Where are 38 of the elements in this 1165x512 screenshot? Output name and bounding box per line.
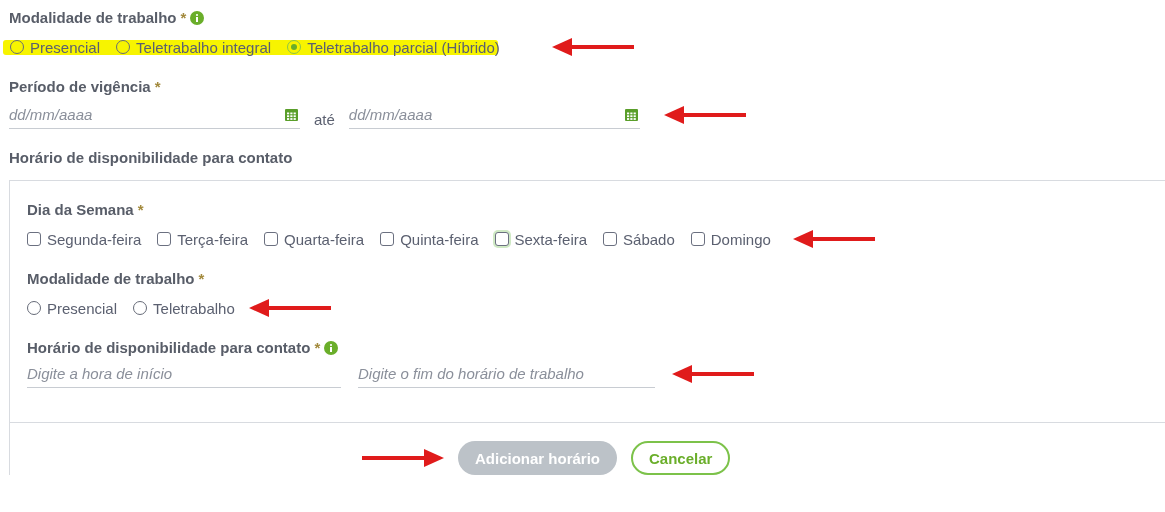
field-label: Horário de disponibilidade para contato — [27, 339, 311, 356]
required-mark: * — [154, 78, 161, 95]
range-separator: até — [314, 110, 335, 128]
info-icon[interactable] — [190, 10, 205, 25]
time-field[interactable]: Digite a hora de início — [27, 360, 341, 388]
weekday-option[interactable]: Quinta-feira — [380, 230, 479, 248]
radio-option[interactable]: Presencial — [10, 38, 101, 56]
checkbox[interactable] — [603, 232, 618, 246]
checkbox[interactable] — [690, 232, 705, 246]
weekday-option[interactable]: Quarta-feira — [264, 230, 365, 248]
date-field[interactable]: dd/mm/aaaa — [9, 101, 300, 129]
required-mark: * — [180, 9, 187, 26]
field-label: Período de vigência — [9, 78, 151, 95]
field-label: Modalidade de trabalho — [27, 270, 195, 287]
checkbox[interactable] — [264, 232, 279, 246]
weekday-option[interactable]: Terça-feira — [157, 230, 249, 248]
info-icon[interactable] — [324, 340, 339, 355]
checkbox[interactable] — [380, 232, 395, 246]
required-mark: * — [137, 201, 144, 218]
required-mark: * — [314, 339, 321, 356]
calendar-icon[interactable] — [624, 108, 638, 121]
radio-option[interactable]: Presencial — [27, 299, 118, 317]
time-field[interactable]: Digite o fim do horário de trabalho — [358, 360, 655, 388]
field-label: Modalidade de trabalho — [9, 9, 177, 26]
field-label: Dia da Semana — [27, 201, 134, 218]
weekday-option[interactable]: Sábado — [603, 230, 675, 248]
date-field[interactable]: dd/mm/aaaa — [348, 101, 640, 129]
weekday-option[interactable]: Segunda-feira — [27, 230, 142, 248]
checkbox[interactable] — [494, 232, 509, 246]
weekday-option[interactable]: Sexta-feira — [494, 230, 588, 248]
weekday-option[interactable]: Domingo — [690, 230, 771, 248]
required-mark: * — [198, 270, 205, 287]
radio-option[interactable]: Teletrabalho integral — [116, 38, 272, 56]
radio-option[interactable]: Teletrabalho — [133, 299, 235, 317]
calendar-icon[interactable] — [285, 108, 298, 121]
checkbox[interactable] — [27, 232, 41, 246]
section-title: Horário de disponibilidade para contato — [9, 149, 294, 166]
checkbox[interactable] — [157, 232, 172, 246]
